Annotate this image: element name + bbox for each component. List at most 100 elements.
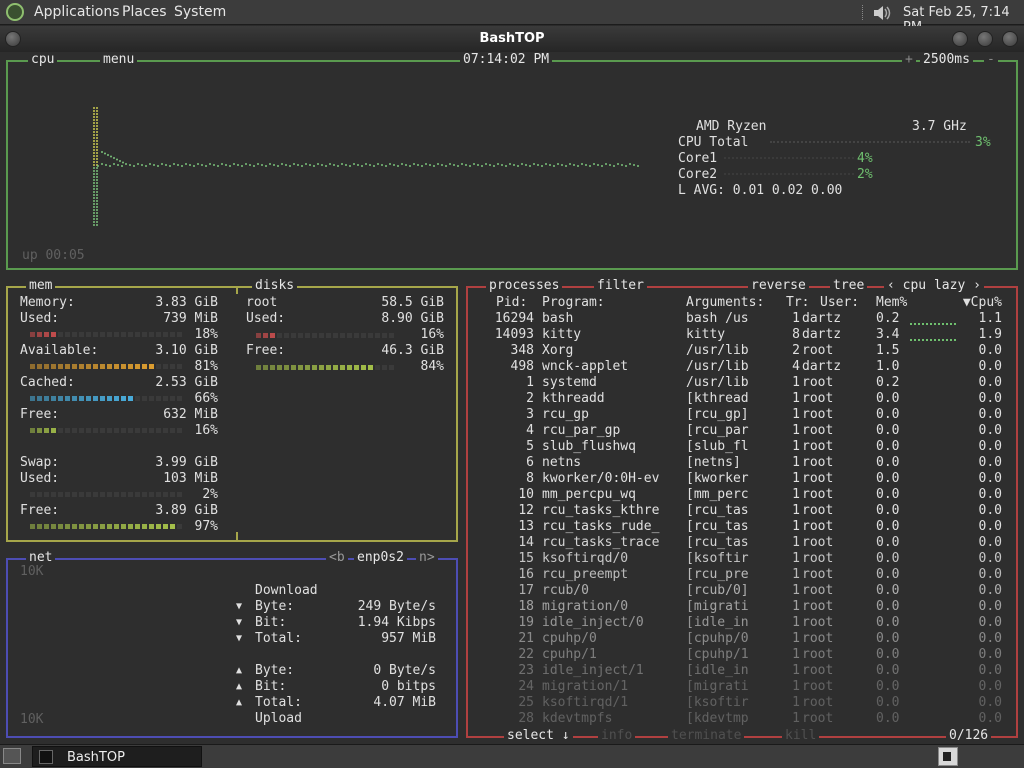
- meter-segment: [389, 333, 394, 338]
- menu-tab[interactable]: menu: [100, 52, 138, 68]
- kill-button[interactable]: kill: [782, 728, 820, 744]
- table-row[interactable]: 28 kdevtmpfs [kdevtmp 1 root 0.0 0.0: [468, 711, 1016, 727]
- rows-meter: [30, 428, 184, 434]
- table-row[interactable]: 12 rcu_tasks_kthre [rcu_tas 1 root 0.0 0.0: [468, 503, 1016, 519]
- table-cell: 6: [526, 455, 534, 470]
- table-row[interactable]: 21 cpuhp/0 [cpuhp/0 1 root 0.0 0.0: [468, 631, 1016, 647]
- meter-segment: [142, 332, 147, 337]
- table-row[interactable]: 24 migration/1 [migrati 1 root 0.0 0.0: [468, 679, 1016, 695]
- table-row[interactable]: 22 cpuhp/1 [cpuhp/1 1 root 0.0 0.0: [468, 647, 1016, 663]
- table-cell: [cpuhp/0: [686, 631, 749, 646]
- net-iface-prev[interactable]: <b: [326, 550, 348, 566]
- graph-dot: [177, 164, 179, 166]
- table-row[interactable]: 15 ksoftirqd/0 [ksoftir 1 root 0.0 0.0: [468, 551, 1016, 567]
- graph-dot: [625, 165, 627, 167]
- header-arguments[interactable]: Arguments:: [686, 295, 764, 311]
- tree-toggle[interactable]: tree: [830, 278, 868, 294]
- meter-segment: [58, 524, 63, 529]
- graph-dot: [245, 163, 247, 165]
- maximize-button[interactable]: [977, 31, 993, 47]
- meter-segment: [72, 364, 77, 369]
- table-row[interactable]: 14 rcu_tasks_trace [rcu_tas 1 root 0.0 0.0: [468, 535, 1016, 551]
- table-row[interactable]: 17 rcub/0 [rcub/0] 1 root 0.0 0.0: [468, 583, 1016, 599]
- processes-box: processes filter reverse tree ‹ cpu lazy…: [466, 278, 1018, 744]
- reverse-toggle[interactable]: reverse: [748, 278, 809, 294]
- graph-dot: [589, 165, 591, 167]
- sort-selector[interactable]: ‹ cpu lazy ›: [884, 278, 984, 294]
- taskbar-task-bashtop[interactable]: BashTOP: [32, 746, 202, 767]
- meter-segment: [37, 524, 42, 529]
- select-button[interactable]: select ↓: [504, 728, 573, 744]
- table-cell: root: [802, 567, 834, 582]
- meter-segment: [107, 492, 112, 497]
- graph-dot: [96, 158, 98, 160]
- graph-dot: [417, 164, 419, 166]
- table-row[interactable]: 4 rcu_par_gp [rcu_par 1 root 0.0 0.0: [468, 423, 1016, 439]
- header-threads[interactable]: Tr:: [786, 295, 809, 311]
- graph-dot: [96, 203, 98, 205]
- header-cpu[interactable]: ▼Cpu%: [956, 295, 1002, 311]
- window-title: BashTOP: [479, 31, 545, 46]
- table-cell: 0.0: [876, 567, 900, 582]
- close-button[interactable]: [1002, 31, 1018, 47]
- net-iface-next[interactable]: n>: [416, 550, 438, 566]
- interval-increase[interactable]: +: [902, 52, 916, 68]
- workspace-switcher[interactable]: [938, 747, 958, 766]
- table-row[interactable]: 8 kworker/0:0H-ev [kworker 1 root 0.0 0.0: [468, 471, 1016, 487]
- table-row[interactable]: 3 rcu_gp [rcu_gp] 1 root 0.0 0.0: [468, 407, 1016, 423]
- header-pid[interactable]: Pid:: [496, 295, 527, 311]
- table-row[interactable]: 25 ksoftirqd/1 [ksoftir 1 root 0.0 0.0: [468, 695, 1016, 711]
- table-cell: 0.0: [978, 599, 1002, 614]
- table-cell: rcu_par_gp: [542, 423, 621, 438]
- table-row[interactable]: 6 netns [netns] 1 root 0.0 0.0: [468, 455, 1016, 471]
- table-row[interactable]: 2 kthreadd [kthread 1 root 0.0 0.0: [468, 391, 1016, 407]
- graph-dot: [249, 164, 251, 166]
- table-row[interactable]: 5 slub_flushwq [slub_fl 1 root 0.0 0.0: [468, 439, 1016, 455]
- table-row[interactable]: 10 mm_percpu_wq [mm_perc 1 root 0.0 0.0: [468, 487, 1016, 503]
- graph-dot: [209, 163, 211, 165]
- table-row[interactable]: 16 rcu_preempt [rcu_pre 1 root 0.0 0.0: [468, 567, 1016, 583]
- header-user[interactable]: User:: [820, 295, 859, 311]
- window-titlebar[interactable]: BashTOP: [0, 26, 1024, 52]
- table-cell: 14093: [494, 327, 534, 342]
- graph-dot: [513, 164, 515, 166]
- info-button[interactable]: info: [598, 728, 636, 744]
- table-cell: 0.0: [978, 663, 1002, 678]
- minimize-button[interactable]: [952, 31, 968, 47]
- meter-segment: [163, 492, 168, 497]
- cpu-tab[interactable]: cpu: [28, 52, 58, 68]
- table-row[interactable]: 19 idle_inject/0 [idle_in 1 root 0.0 0.0: [468, 615, 1016, 631]
- table-row[interactable]: 23 idle_inject/1 [idle_in 1 root 0.0 0.0: [468, 663, 1016, 679]
- table-cell: 16294: [494, 311, 534, 326]
- menu-system[interactable]: System: [174, 4, 226, 20]
- graph-dot: [149, 163, 151, 165]
- menu-applications[interactable]: Applications: [34, 4, 120, 20]
- table-row[interactable]: 13 rcu_tasks_rude_ [rcu_tas 1 root 0.0 0.0: [468, 519, 1016, 535]
- window-menu-button[interactable]: [5, 31, 21, 47]
- header-mem[interactable]: Mem%: [876, 295, 907, 311]
- header-program[interactable]: Program:: [542, 295, 605, 311]
- graph-dot: [285, 164, 287, 166]
- volume-icon[interactable]: [872, 3, 892, 23]
- table-row[interactable]: 348 Xorg/usr/lib 2 root 1.5 0.0: [468, 343, 1016, 359]
- table-cell: root: [802, 551, 834, 566]
- terminal[interactable]: cpu menu 07:14:02 PM + 2500ms - up 00:05…: [0, 52, 1024, 744]
- graph-dot: [109, 165, 111, 167]
- table-row[interactable]: 498 wnck-applet/usr/lib 4 dartz 1.0 0.0: [468, 359, 1016, 375]
- filter-button[interactable]: filter: [594, 278, 647, 294]
- table-cell: Xorg: [542, 343, 574, 358]
- interval-decrease[interactable]: -: [984, 52, 998, 68]
- menu-places[interactable]: Places: [122, 4, 167, 20]
- terminate-button[interactable]: terminate: [668, 728, 745, 744]
- core1-pct: 4%: [857, 151, 873, 166]
- show-desktop-icon[interactable]: [3, 748, 21, 764]
- table-row[interactable]: 1 systemd/usr/lib 1 root 0.2 0.0: [468, 375, 1016, 391]
- table-row[interactable]: 18 migration/0 [migrati 1 root 0.0 0.0: [468, 599, 1016, 615]
- terminal-icon: [39, 750, 53, 764]
- table-cell: bash /us: [686, 311, 749, 326]
- meter-segment: [107, 428, 112, 433]
- core1-meter: [724, 157, 854, 161]
- graph-dot: [93, 179, 95, 181]
- gnome-foot-icon[interactable]: [6, 3, 24, 21]
- graph-dot: [609, 164, 611, 166]
